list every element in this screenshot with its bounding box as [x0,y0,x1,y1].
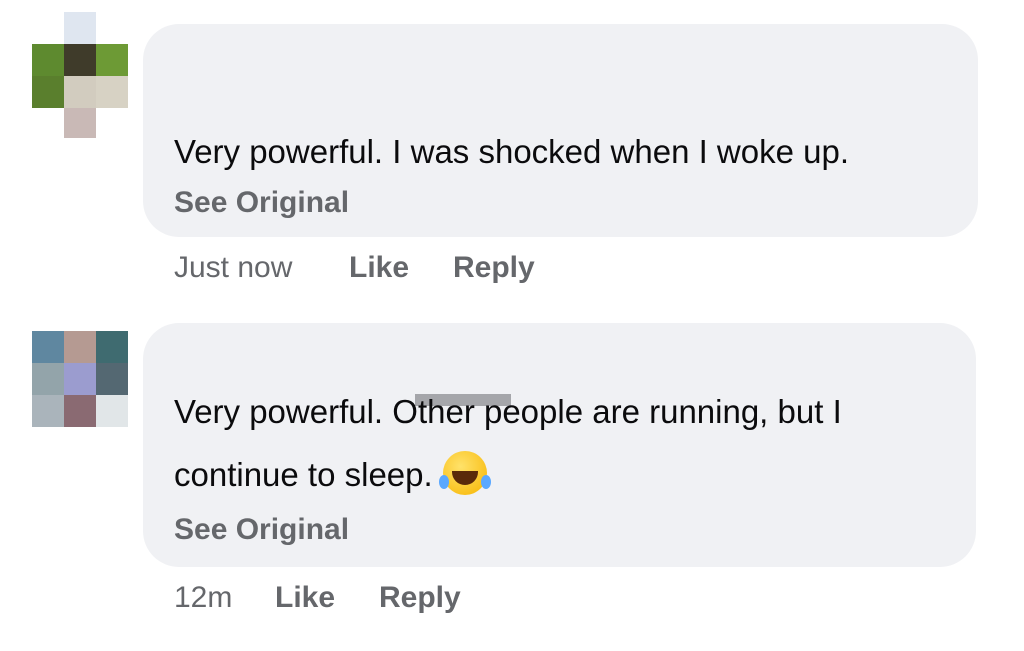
comment-text-line-2: continue to sleep. [174,456,433,493]
comment-bubble: Very powerful. I was shocked when I woke… [143,24,978,237]
see-original-link[interactable]: See Original [174,513,349,547]
like-button[interactable]: Like [349,251,409,285]
comment-bubble: Very powerful. Other people are running,… [143,323,976,567]
avatar-fragment [64,108,96,138]
comment-text: Very powerful. I was shocked when I woke… [174,133,850,170]
face-with-tears-of-joy-icon [438,451,487,496]
reply-button[interactable]: Reply [453,251,535,285]
avatar[interactable] [32,12,128,108]
reply-button[interactable]: Reply [379,581,461,615]
comment-text-line: Very powerful. Other people are running,… [174,393,842,430]
timestamp: 12m [174,581,233,614]
comment-text-line: continue to sleep. [174,444,487,506]
timestamp: Just now [174,251,293,284]
avatar[interactable] [32,331,128,427]
see-original-link[interactable]: See Original [174,186,349,220]
like-button[interactable]: Like [275,581,335,615]
